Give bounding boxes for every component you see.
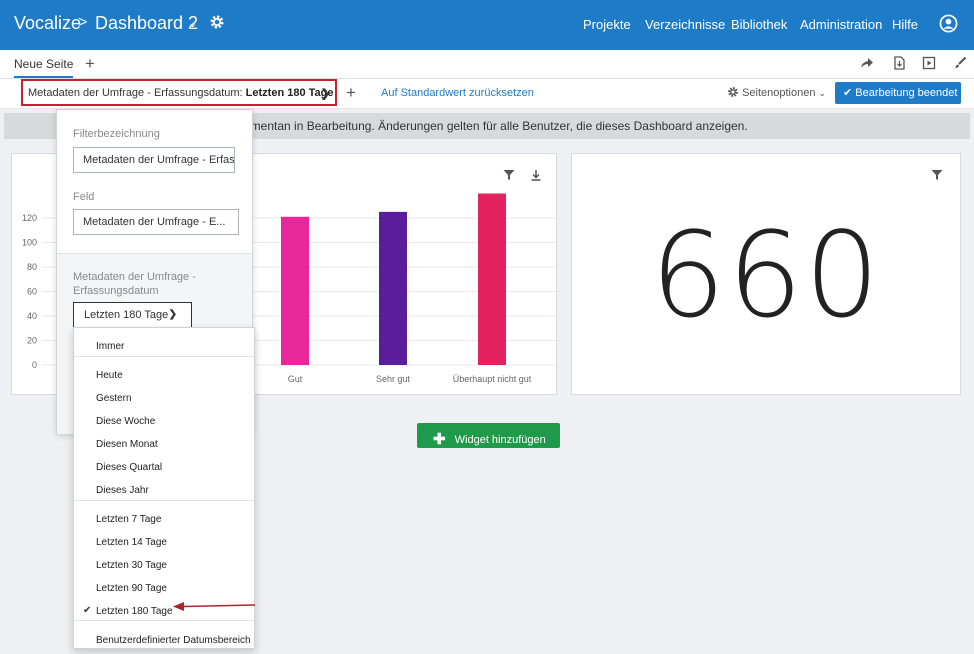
- red-arrow-annotation: [173, 602, 256, 611]
- checkmark-icon: ✔: [843, 87, 853, 99]
- add-widget-button[interactable]: ✚ Widget hinzufügen: [417, 423, 560, 448]
- kpi-widget: 660: [571, 153, 961, 395]
- menu-divider: [74, 500, 254, 501]
- y-tick-label: 60: [27, 287, 37, 297]
- nav-projekte[interactable]: Projekte: [583, 17, 631, 32]
- field-label: Feld: [73, 191, 95, 203]
- chevron-down-icon[interactable]: ⌄: [188, 17, 197, 30]
- y-tick-label: 20: [27, 336, 37, 346]
- menu-item[interactable]: Letzten 90 Tage: [74, 578, 254, 600]
- reset-to-default-link[interactable]: Auf Standardwert zurücksetzen: [381, 87, 534, 99]
- filter-name-label: Filterbezeichnung: [73, 128, 160, 140]
- chart-bar[interactable]: [379, 211, 407, 365]
- page-options-label: Seitenoptionen: [742, 87, 816, 99]
- plus-icon: ✚: [433, 431, 446, 448]
- x-tick-label: Sehr gut: [376, 374, 411, 384]
- y-tick-label: 100: [22, 238, 37, 248]
- menu-divider: [74, 356, 254, 357]
- y-tick-label: 120: [22, 213, 37, 223]
- kpi-value: 660: [650, 206, 882, 344]
- tab-neue-seite[interactable]: Neue Seite: [14, 57, 74, 78]
- export-icon[interactable]: [892, 56, 906, 70]
- nav-verzeichnisse[interactable]: Verzeichnisse: [645, 17, 725, 32]
- present-icon[interactable]: [922, 56, 936, 70]
- user-avatar-icon[interactable]: [939, 14, 958, 33]
- gear-icon[interactable]: [209, 14, 225, 30]
- menu-item[interactable]: Heute: [74, 365, 254, 387]
- chevron-down-icon: ❯: [168, 309, 177, 320]
- y-tick-label: 80: [27, 262, 37, 272]
- nav-administration[interactable]: Administration: [800, 17, 882, 32]
- breadcrumb-separator: >: [78, 14, 88, 31]
- date-range-selected: Letzten 180 Tage: [84, 309, 169, 321]
- menu-item[interactable]: Dieses Jahr: [74, 480, 254, 502]
- y-tick-label: 0: [32, 360, 37, 370]
- menu-divider: [74, 620, 254, 621]
- nav-hilfe[interactable]: Hilfe: [892, 17, 918, 32]
- page-options-button[interactable]: Seitenoptionen ⌄: [727, 86, 826, 99]
- download-icon[interactable]: [530, 169, 542, 181]
- finish-editing-label: Bearbeitung beendet: [855, 87, 958, 99]
- page-tab-bar: Neue Seite +: [0, 50, 974, 79]
- date-filter-chip[interactable]: Metadaten der Umfrage - Erfassungsdatum:…: [21, 79, 337, 106]
- menu-item[interactable]: Diese Woche: [74, 411, 254, 433]
- filter-chip-prefix: Metadaten der Umfrage - Erfassungsdatum:: [28, 87, 243, 99]
- menu-item[interactable]: Diesen Monat: [74, 434, 254, 456]
- menu-item[interactable]: Dieses Quartal: [74, 457, 254, 479]
- dashboard-title[interactable]: Dashboard 2: [95, 13, 198, 34]
- brush-icon[interactable]: [953, 56, 967, 70]
- filter-name-input[interactable]: Metadaten der Umfrage - Erfas: [73, 147, 235, 173]
- field-select[interactable]: Metadaten der Umfrage - E...: [73, 209, 239, 235]
- top-nav-bar: Vocalize > Dashboard 2 ⌄ Projekte Verzei…: [0, 0, 974, 50]
- filter-bar: Metadaten der Umfrage - Erfassungsdatum:…: [0, 79, 974, 109]
- chevron-down-icon: ⌄: [818, 88, 827, 98]
- brand-logo[interactable]: Vocalize: [14, 13, 81, 34]
- nav-bibliothek[interactable]: Bibliothek: [731, 17, 787, 32]
- menu-item[interactable]: Letzten 14 Tage: [74, 532, 254, 554]
- menu-item[interactable]: Immer: [74, 336, 254, 358]
- chart-bar[interactable]: [281, 216, 309, 365]
- chart-bar[interactable]: [478, 193, 506, 366]
- share-icon[interactable]: [860, 56, 874, 70]
- filter-icon[interactable]: [931, 169, 943, 181]
- chevron-down-icon: ❯: [320, 88, 330, 100]
- menu-item[interactable]: Letzten 30 Tage: [74, 555, 254, 577]
- date-filter-label-cont: Erfassungsdatum: [73, 285, 159, 297]
- menu-item[interactable]: Gestern: [74, 388, 254, 410]
- x-tick-label: Überhaupt nicht gut: [453, 374, 532, 384]
- add-widget-label: Widget hinzufügen: [454, 434, 546, 446]
- add-filter-button[interactable]: +: [346, 83, 356, 103]
- gear-icon: [728, 87, 738, 97]
- date-filter-label: Metadaten der Umfrage -: [73, 271, 196, 283]
- filter-icon[interactable]: [503, 169, 515, 181]
- date-range-select[interactable]: Letzten 180 Tage ❯: [73, 302, 192, 328]
- finish-editing-button[interactable]: ✔ Bearbeitung beendet: [835, 82, 961, 104]
- menu-item[interactable]: Letzten 7 Tage: [74, 509, 254, 531]
- add-page-button[interactable]: +: [85, 54, 95, 74]
- x-tick-label: Gut: [288, 374, 303, 384]
- menu-item[interactable]: Benutzerdefinierter Datumsbereich: [74, 630, 254, 652]
- y-tick-label: 40: [27, 311, 37, 321]
